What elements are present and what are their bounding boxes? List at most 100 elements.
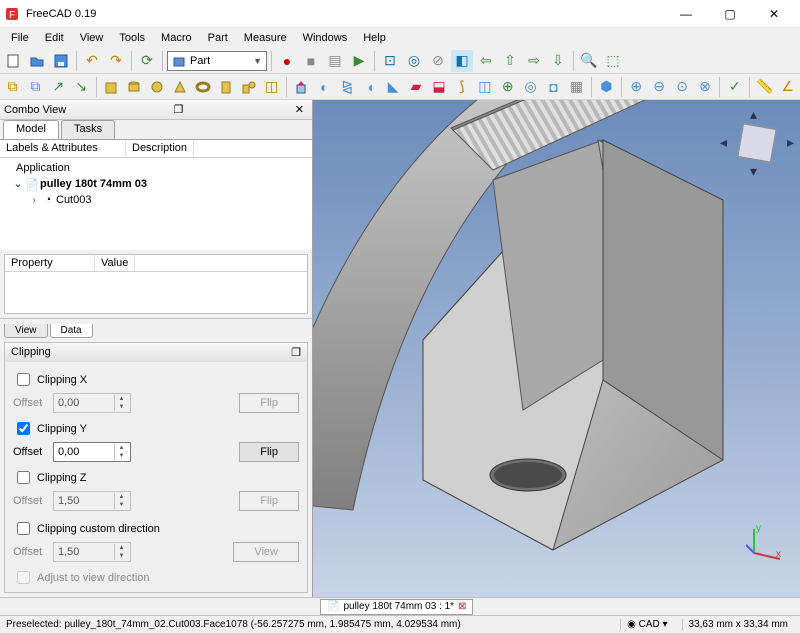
menu-bar: File Edit View Tools Macro Part Measure … — [0, 28, 800, 48]
nav-mode-indicator[interactable]: ◉ CAD ▾ — [620, 619, 673, 630]
menu-view[interactable]: View — [73, 30, 111, 46]
nav-drawstyle-icon[interactable]: ⊘ — [427, 50, 449, 72]
boolean-icon[interactable]: ⊕ — [626, 76, 647, 98]
nav-iso-icon[interactable]: ◧ — [451, 50, 473, 72]
macro-record-icon[interactable]: ● — [276, 50, 298, 72]
menu-macro[interactable]: Macro — [154, 30, 199, 46]
compound-icon[interactable]: ⬢ — [596, 76, 617, 98]
clipping-x-label: Clipping X — [37, 374, 87, 386]
3d-viewport[interactable]: ▴ ▾ ◂ ▸ y x — [313, 100, 800, 597]
nav-fit-sel-icon[interactable]: ◎ — [403, 50, 425, 72]
nav-fit-icon[interactable]: ⊡ — [379, 50, 401, 72]
nav-right-icon[interactable]: ⇨ — [523, 50, 545, 72]
shapebuilder-icon[interactable]: ◫ — [261, 76, 282, 98]
flip-y-button[interactable]: Flip — [239, 442, 299, 462]
toolbar-main: ↶ ↷ ⟳ Part ▼ ● ■ ▤ ▶ ⊡ ◎ ⊘ ◧ ⇦ ⇧ ⇨ ⇩ 🔍 ⬚ — [0, 48, 800, 74]
zoom-box-icon[interactable]: ⬚ — [602, 50, 624, 72]
nav-cube[interactable]: ▴ ▾ ◂ ▸ — [724, 110, 790, 176]
ruled-icon[interactable]: ▰ — [406, 76, 427, 98]
part-workbench-icon — [172, 54, 186, 68]
open-file-icon[interactable] — [26, 50, 48, 72]
menu-tools[interactable]: Tools — [112, 30, 152, 46]
thickness-icon[interactable]: ◘ — [543, 76, 564, 98]
nav-top-icon[interactable]: ⇧ — [499, 50, 521, 72]
collapse-icon[interactable]: ⌄ — [12, 179, 24, 190]
section-icon[interactable]: ◫ — [474, 76, 495, 98]
sphere-icon[interactable] — [146, 76, 167, 98]
app-icon: F — [4, 6, 20, 22]
tree-document[interactable]: ⌄ 📄 pulley 180t 74mm 03 — [0, 176, 312, 192]
tree-root[interactable]: Application — [0, 160, 312, 176]
offset-label-custom: Offset — [13, 546, 47, 558]
clipping-x-checkbox[interactable] — [17, 373, 30, 386]
primitives-icon[interactable] — [238, 76, 259, 98]
menu-help[interactable]: Help — [356, 30, 393, 46]
extrude-icon[interactable] — [291, 76, 312, 98]
cross-icon[interactable]: ⊕ — [497, 76, 518, 98]
refresh-icon[interactable]: ⟳ — [136, 50, 158, 72]
close-tab-icon[interactable]: ⊠ — [458, 601, 466, 612]
part-link-icon[interactable]: ⧉ — [25, 76, 46, 98]
panel-close-icon[interactable]: ✕ — [291, 103, 308, 116]
part-group-icon[interactable]: ⧉ — [2, 76, 23, 98]
part-import-icon[interactable]: ↘ — [71, 76, 92, 98]
sweep-icon[interactable]: ⟆ — [451, 76, 472, 98]
direction-label: Direction — [29, 591, 299, 593]
menu-file[interactable]: File — [4, 30, 36, 46]
workbench-selector[interactable]: Part ▼ — [167, 51, 267, 71]
tab-tasks[interactable]: Tasks — [61, 120, 115, 139]
chamfer-icon[interactable]: ◣ — [383, 76, 404, 98]
title-bar: F FreeCAD 0.19 — ▢ ✕ — [0, 0, 800, 28]
doc-icon: 📄 — [327, 601, 339, 612]
nav-front-icon[interactable]: ⇦ — [475, 50, 497, 72]
panel-float-icon[interactable]: ❐ — [170, 103, 188, 116]
window-maximize-button[interactable]: ▢ — [708, 0, 752, 28]
window-close-button[interactable]: ✕ — [752, 0, 796, 28]
part-export-icon[interactable]: ↗ — [48, 76, 69, 98]
cube-icon[interactable] — [101, 76, 122, 98]
mirror-icon[interactable]: ⧎ — [337, 76, 358, 98]
loft-icon[interactable]: ⬓ — [429, 76, 450, 98]
clipping-y-checkbox[interactable] — [17, 422, 30, 435]
revolve-icon[interactable]: ◐ — [314, 76, 335, 98]
fuse-icon[interactable]: ⊙ — [672, 76, 693, 98]
cone-icon[interactable] — [169, 76, 190, 98]
menu-edit[interactable]: Edit — [38, 30, 71, 46]
cut-icon[interactable]: ⊖ — [649, 76, 670, 98]
tree-view[interactable]: Application ⌄ 📄 pulley 180t 74mm 03 › ◔ … — [0, 158, 312, 250]
check-icon[interactable]: ✓ — [724, 76, 745, 98]
svg-text:y: y — [756, 523, 761, 534]
nav-rear-icon[interactable]: ⇩ — [547, 50, 569, 72]
clipping-custom-checkbox[interactable] — [17, 522, 30, 535]
undo-icon[interactable]: ↶ — [81, 50, 103, 72]
zoom-icon[interactable]: 🔍 — [578, 50, 600, 72]
menu-windows[interactable]: Windows — [296, 30, 355, 46]
document-tab[interactable]: 📄 pulley 180t 74mm 03 : 1* ⊠ — [320, 599, 473, 615]
tube-icon[interactable] — [215, 76, 236, 98]
redo-icon[interactable]: ↷ — [105, 50, 127, 72]
fillet-icon[interactable]: ◖ — [360, 76, 381, 98]
cylinder-icon[interactable] — [124, 76, 145, 98]
measure-linear-icon[interactable]: 📏 — [754, 76, 775, 98]
offset3d-icon[interactable]: ◎ — [520, 76, 541, 98]
measure-angular-icon[interactable]: ∠ — [777, 76, 798, 98]
tab-data[interactable]: Data — [50, 324, 93, 338]
menu-measure[interactable]: Measure — [237, 30, 294, 46]
tab-model[interactable]: Model — [3, 120, 59, 139]
projection-icon[interactable]: ▦ — [566, 76, 587, 98]
common-icon[interactable]: ⊗ — [695, 76, 716, 98]
macro-list-icon[interactable]: ▤ — [324, 50, 346, 72]
window-minimize-button[interactable]: — — [664, 0, 708, 28]
expand-icon[interactable]: › — [28, 195, 40, 206]
offset-y-input[interactable]: ▲▼ — [53, 442, 131, 462]
save-file-icon[interactable] — [50, 50, 72, 72]
macro-play-icon[interactable]: ▶ — [348, 50, 370, 72]
new-file-icon[interactable] — [2, 50, 24, 72]
tree-item-cut[interactable]: › ◔ Cut003 — [0, 192, 312, 208]
clipping-z-checkbox[interactable] — [17, 471, 30, 484]
macro-stop-icon[interactable]: ■ — [300, 50, 322, 72]
torus-icon[interactable] — [192, 76, 213, 98]
tab-view[interactable]: View — [4, 324, 48, 338]
clipping-float-icon[interactable]: ❐ — [291, 346, 301, 359]
menu-part[interactable]: Part — [201, 30, 235, 46]
